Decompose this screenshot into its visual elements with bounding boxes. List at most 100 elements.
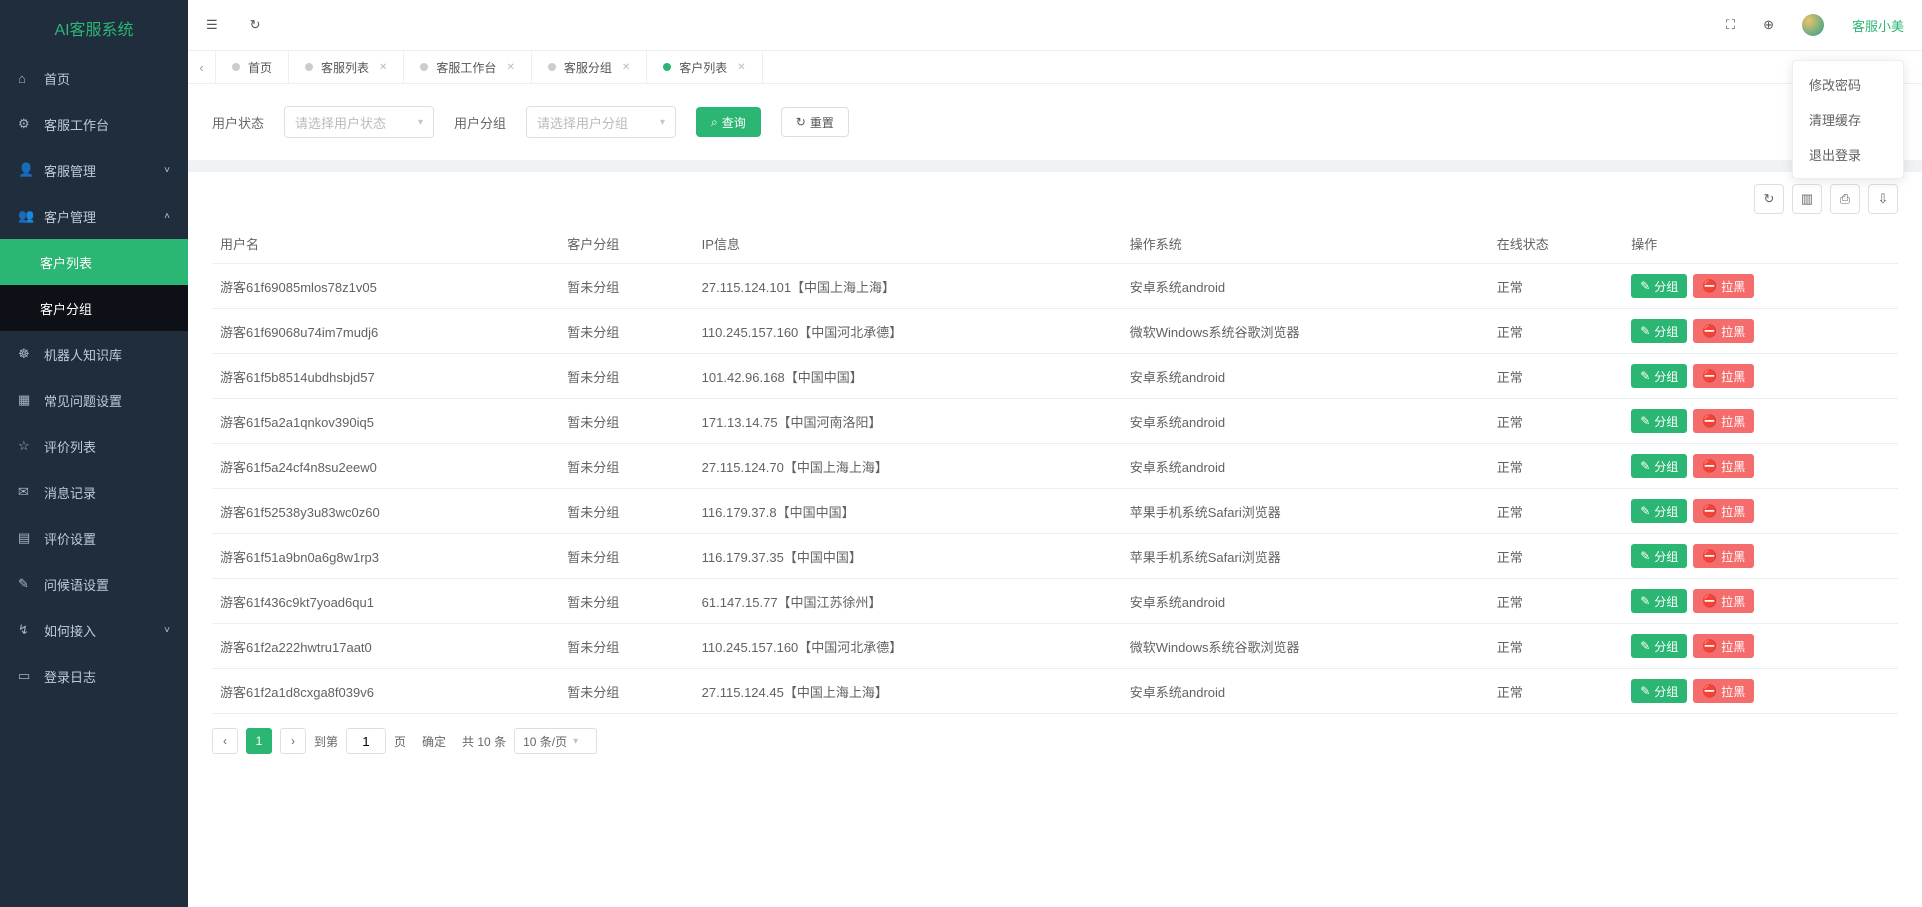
sidebar-item-workbench[interactable]: ⚙客服工作台 — [0, 101, 188, 147]
sidebar-item-label: 评价设置 — [44, 529, 96, 548]
group-button[interactable]: ✎分组 — [1631, 589, 1687, 613]
goto-label: 到第 — [314, 733, 338, 750]
cell-os: 安卓系统android — [1122, 264, 1489, 309]
cell-ip: 27.115.124.101【中国上海上海】 — [694, 264, 1122, 309]
language-icon[interactable]: ⊕ — [1763, 17, 1774, 33]
cell-username: 游客61f69085mlos78z1v05 — [212, 264, 559, 309]
sidebar-item-login-log[interactable]: ▭登录日志 — [0, 653, 188, 699]
close-icon[interactable]: ✕ — [737, 62, 745, 73]
cell-group: 暂未分组 — [559, 489, 693, 534]
tabs-bar: ‹ 首页客服列表✕客服工作台✕客服分组✕客户列表✕ — [188, 50, 1922, 84]
filter-status-select[interactable]: 请选择用户状态 ▾ — [284, 106, 434, 138]
cell-username: 游客61f5a24cf4n8su2eew0 — [212, 444, 559, 489]
tab-agent-group[interactable]: 客服分组✕ — [532, 51, 647, 83]
block-button[interactable]: ⛔拉黑 — [1693, 454, 1754, 478]
sidebar-item-customer-list[interactable]: 客户列表 — [0, 239, 188, 285]
sidebar-item-label: 常见问题设置 — [44, 391, 122, 410]
refresh-table-icon[interactable]: ↻ — [1754, 184, 1784, 214]
tab-workbench[interactable]: 客服工作台 ✕ — [404, 51, 531, 83]
group-button[interactable]: ✎分组 — [1631, 319, 1687, 343]
sidebar-item-home[interactable]: ⌂ 首页 — [0, 55, 188, 101]
block-button[interactable]: ⛔拉黑 — [1693, 589, 1754, 613]
page-size-select[interactable]: 10 条/页 ▾ — [514, 728, 597, 754]
filter-group-select[interactable]: 请选择用户分组 ▾ — [526, 106, 676, 138]
cell-status: 正常 — [1489, 399, 1623, 444]
tab-label: 客户列表 — [679, 59, 727, 76]
faq-icon: ▦ — [18, 392, 34, 408]
sidebar-item-label: 如何接入 — [44, 621, 96, 640]
column-settings-icon[interactable]: ▥ — [1792, 184, 1822, 214]
block-button[interactable]: ⛔拉黑 — [1693, 499, 1754, 523]
chevron-up-icon: ˄ — [164, 211, 170, 222]
page-prev-icon[interactable]: ‹ — [212, 728, 238, 754]
avatar[interactable] — [1802, 14, 1824, 36]
group-button[interactable]: ✎分组 — [1631, 634, 1687, 658]
sidebar-item-label: 消息记录 — [44, 483, 96, 502]
group-button[interactable]: ✎分组 — [1631, 454, 1687, 478]
block-button[interactable]: ⛔拉黑 — [1693, 274, 1754, 298]
group-button[interactable]: ✎分组 — [1631, 499, 1687, 523]
reset-button[interactable]: ↻ 重置 — [781, 107, 849, 137]
home-icon: ⌂ — [18, 71, 34, 86]
sidebar-item-label: 首页 — [44, 69, 70, 88]
sidebar-item-robot-kb[interactable]: ☸机器人知识库 — [0, 331, 188, 377]
print-icon[interactable]: ⎙ — [1830, 184, 1860, 214]
dropdown-clear-cache[interactable]: 清理缓存 — [1793, 102, 1903, 137]
page-number[interactable]: 1 — [246, 728, 272, 754]
edit-icon: ✎ — [1640, 639, 1650, 653]
username[interactable]: 客服小美 — [1852, 16, 1904, 35]
page-next-icon[interactable]: › — [280, 728, 306, 754]
goto-input[interactable] — [346, 728, 386, 754]
block-button[interactable]: ⛔拉黑 — [1693, 364, 1754, 388]
sidebar-item-greeting[interactable]: ✎问候语设置 — [0, 561, 188, 607]
block-button[interactable]: ⛔拉黑 — [1693, 544, 1754, 568]
block-button[interactable]: ⛔拉黑 — [1693, 409, 1754, 433]
sidebar-item-messages[interactable]: ✉ 消息记录 — [0, 469, 188, 515]
sidebar-item-customer-mgmt[interactable]: 👥客户管理˄ — [0, 193, 188, 239]
edit-icon: ✎ — [1640, 684, 1650, 698]
cell-group: 暂未分组 — [559, 579, 693, 624]
reset-icon: ↻ — [796, 115, 806, 129]
sidebar-item-integration[interactable]: ↯如何接入˅ — [0, 607, 188, 653]
sidebar-item-review-settings[interactable]: ▤评价设置 — [0, 515, 188, 561]
group-button[interactable]: ✎分组 — [1631, 274, 1687, 298]
reviews-icon: ☆ — [18, 438, 34, 454]
sidebar-item-customer-group[interactable]: 客户分组 — [0, 285, 188, 331]
sidebar-item-faq[interactable]: ▦ 常见问题设置 — [0, 377, 188, 423]
sidebar-item-label: 机器人知识库 — [44, 345, 122, 364]
group-button[interactable]: ✎分组 — [1631, 409, 1687, 433]
block-icon: ⛔ — [1702, 459, 1717, 473]
export-icon[interactable]: ⇩ — [1868, 184, 1898, 214]
block-button[interactable]: ⛔拉黑 — [1693, 634, 1754, 658]
cell-username: 游客61f51a9bn0a6g8w1rp3 — [212, 534, 559, 579]
tab-agent-list[interactable]: 客服列表✕ — [289, 51, 404, 83]
refresh-icon[interactable]: ↻ — [250, 17, 261, 33]
sidebar-item-reviews[interactable]: ☆评价列表 — [0, 423, 188, 469]
block-button[interactable]: ⛔拉黑 — [1693, 679, 1754, 703]
close-icon[interactable]: ✕ — [379, 62, 387, 73]
tab-customer-list[interactable]: 客户列表 ✕ — [647, 51, 762, 83]
tab-home[interactable]: 首页 — [216, 51, 289, 83]
dropdown-change-password[interactable]: 修改密码 — [1793, 67, 1903, 102]
filter-group-placeholder: 请选择用户分组 — [537, 113, 628, 132]
close-icon[interactable]: ✕ — [506, 62, 514, 73]
cell-os: 苹果手机系统Safari浏览器 — [1122, 489, 1489, 534]
collapse-sidebar-icon[interactable]: ☰ — [206, 17, 218, 33]
group-button[interactable]: ✎分组 — [1631, 364, 1687, 388]
goto-confirm-button[interactable]: 确定 — [414, 728, 454, 754]
cell-username: 游客61f69068u74im7mudj6 — [212, 309, 559, 354]
query-button[interactable]: ⌕ 查询 — [696, 107, 761, 137]
sidebar-item-agent-mgmt[interactable]: 👤客服管理˅ — [0, 147, 188, 193]
messages-icon: ✉ — [18, 484, 34, 500]
edit-icon: ✎ — [1640, 459, 1650, 473]
cell-actions: ✎分组⛔拉黑 — [1623, 489, 1898, 534]
tab-label: 客服工作台 — [436, 59, 496, 76]
cell-os: 微软Windows系统谷歌浏览器 — [1122, 309, 1489, 354]
group-button[interactable]: ✎分组 — [1631, 679, 1687, 703]
block-button[interactable]: ⛔拉黑 — [1693, 319, 1754, 343]
tabs-scroll-left-icon[interactable]: ‹ — [188, 51, 216, 83]
close-icon[interactable]: ✕ — [622, 62, 630, 73]
dropdown-logout[interactable]: 退出登录 — [1793, 137, 1903, 172]
group-button[interactable]: ✎分组 — [1631, 544, 1687, 568]
fullscreen-icon[interactable]: ⛶ — [1726, 17, 1735, 33]
